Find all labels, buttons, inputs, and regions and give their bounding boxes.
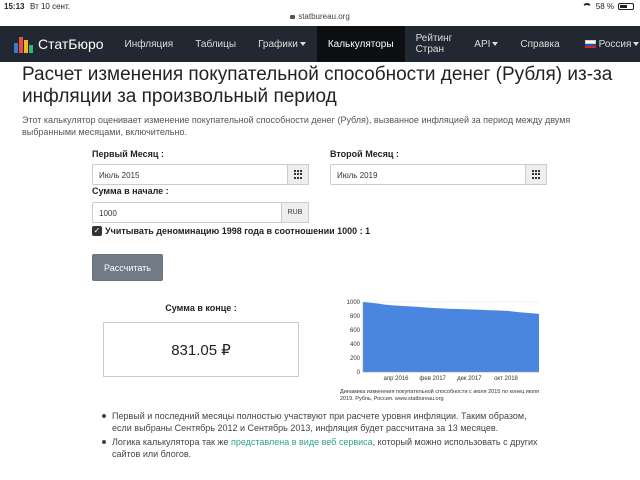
russia-flag-icon xyxy=(584,40,596,48)
chart-y-tick-label: 1000 xyxy=(347,300,361,306)
statbureau-logo-icon xyxy=(14,35,34,53)
amount-input[interactable]: 1000 xyxy=(92,202,282,223)
calculate-button[interactable]: Рассчитать xyxy=(92,254,163,281)
battery-icon xyxy=(618,3,634,10)
caret-down-icon xyxy=(492,42,499,46)
battery-percent: 58 % xyxy=(595,2,614,11)
address-bar[interactable]: statbureau.org xyxy=(0,12,640,21)
checkmark-icon: ✓ xyxy=(93,226,101,235)
caret-down-icon xyxy=(299,42,306,46)
result-label: Сумма в конце : xyxy=(165,303,237,313)
second-month-picker-button[interactable] xyxy=(525,164,547,185)
amount-label: Сумма в начале : xyxy=(92,186,169,196)
chart-x-tick-label: фев 2017 xyxy=(419,376,446,382)
wifi-icon xyxy=(581,3,592,10)
nav-language-dropdown[interactable]: Россия xyxy=(571,26,640,62)
nav-calculators-label: Калькуляторы xyxy=(327,38,394,50)
nav-inflation[interactable]: Инфляция xyxy=(114,26,185,62)
nav-charts-label: Графики xyxy=(258,38,298,50)
nav-country-rating[interactable]: Рейтинг Стран xyxy=(405,26,464,62)
nav-inflation-label: Инфляция xyxy=(124,38,174,50)
battery-level xyxy=(620,5,627,8)
status-date: Вт 10 сент. xyxy=(30,2,70,11)
main-navbar: СтатБюро Инфляция Таблицы Графики Кальку… xyxy=(0,26,640,62)
notes-list: Первый и последний месяцы полностью учас… xyxy=(100,410,540,462)
page-description: Этот калькулятор оценивает изменение пок… xyxy=(22,115,571,137)
chart-y-tick-label: 0 xyxy=(357,370,361,376)
nav-charts-dropdown[interactable]: Графики xyxy=(247,26,317,62)
chart-y-tick-label: 200 xyxy=(350,356,361,362)
chart-y-tick-label: 400 xyxy=(350,342,361,348)
nav-tables[interactable]: Таблицы xyxy=(184,26,247,62)
note-text-prefix: Логика калькулятора так же xyxy=(112,437,231,447)
nav-country-rating-label: Рейтинг Стран xyxy=(415,33,453,55)
status-time: 15:13 xyxy=(4,2,25,11)
second-month-input[interactable]: Июль 2019 xyxy=(330,164,526,185)
chart-x-tick-label: апр 2016 xyxy=(384,376,410,382)
chart-caption: Динамика изменения покупательной способн… xyxy=(340,389,540,402)
chart-x-tick-label: дек 2017 xyxy=(457,376,482,382)
page-title: Расчет изменения покупательной способнос… xyxy=(22,64,613,107)
purchasing-power-chart: 1000 800 600 400 200 0 апр 2016 фев 2017 дек 201… xyxy=(335,294,547,386)
first-month-input[interactable]: Июль 2015 xyxy=(92,164,288,185)
status-indicators: 58 % xyxy=(581,2,634,11)
nav-language-label: Россия xyxy=(598,38,632,50)
calendar-grid-icon xyxy=(293,170,303,179)
address-url: statbureau.org xyxy=(298,12,350,21)
nav-api-dropdown[interactable]: API xyxy=(463,26,509,62)
calendar-grid-icon xyxy=(531,170,541,179)
web-service-link[interactable]: представлена в виде веб сервиса xyxy=(231,437,373,447)
nav-tables-label: Таблицы xyxy=(195,38,237,50)
second-month-label: Второй Месяц : xyxy=(330,149,399,159)
denomination-checkbox[interactable]: ✓ xyxy=(92,226,102,236)
chart-x-tick-label: окт 2018 xyxy=(494,376,518,382)
chart-y-tick-label: 800 xyxy=(350,314,361,320)
result-value: 831.05 ₽ xyxy=(103,322,299,377)
nav-help[interactable]: Справка xyxy=(509,26,570,62)
nav-help-label: Справка xyxy=(520,38,560,50)
note-item: Первый и последний месяцы полностью учас… xyxy=(100,410,540,434)
chart-svg: 1000 800 600 400 200 0 апр 2016 фев 2017 дек 201… xyxy=(347,300,539,382)
first-month-label: Первый Месяц : xyxy=(92,149,164,159)
brand-name: СтатБюро xyxy=(38,36,104,52)
chart-area-series xyxy=(363,302,539,372)
currency-addon: RUB xyxy=(281,202,309,223)
main-content: Расчет изменения покупательной способнос… xyxy=(22,62,622,138)
chart-y-tick-label: 600 xyxy=(350,328,361,334)
caret-down-icon xyxy=(633,42,640,46)
note-item: Логика калькулятора так же представлена … xyxy=(100,436,540,460)
denomination-label: Учитывать деноминацию 1998 года в соотно… xyxy=(105,226,371,236)
brand-logo-link[interactable]: СтатБюро xyxy=(0,26,114,62)
nav-api-label: API xyxy=(474,38,491,50)
first-month-picker-button[interactable] xyxy=(287,164,309,185)
lock-icon xyxy=(290,15,296,19)
nav-calculators[interactable]: Калькуляторы xyxy=(316,26,405,62)
ios-status-bar: 15:13 Вт 10 сент. statbureau.org 58 % xyxy=(0,0,640,24)
